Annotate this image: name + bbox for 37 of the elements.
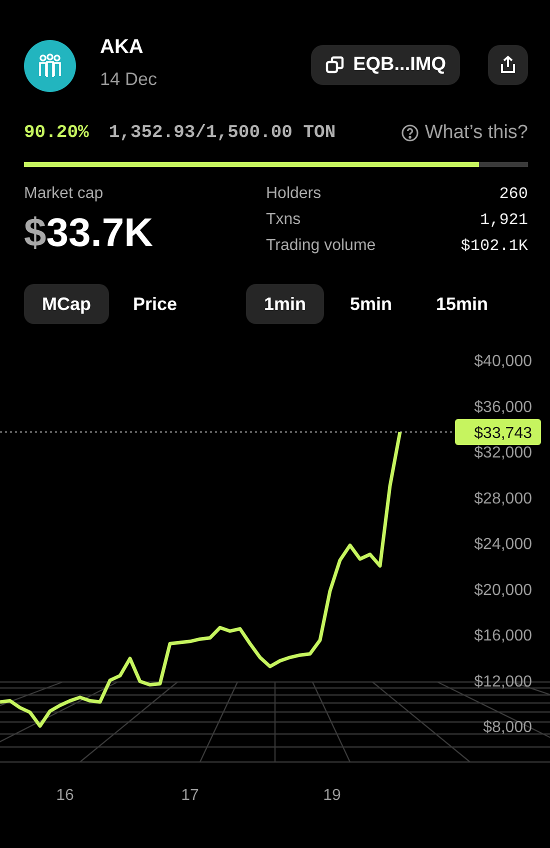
axis-label: $24,000: [474, 536, 532, 553]
progress-percent: 90.20%: [24, 123, 89, 143]
help-icon: [400, 124, 419, 142]
axis-label: $16,000: [474, 628, 532, 644]
axis-label: 17: [181, 787, 199, 804]
copy-address-button[interactable]: EQB...IMQ: [311, 45, 460, 85]
copy-icon: [325, 55, 346, 75]
chart-type-tab[interactable]: Price: [115, 284, 196, 324]
stat-label: Txns: [266, 211, 301, 229]
interval-tab[interactable]: 15min: [418, 284, 506, 324]
market-cap-value: $33.7K: [24, 211, 154, 256]
help-link[interactable]: What’s this?: [424, 122, 528, 144]
stat-value: 1,921: [480, 211, 528, 229]
share-button[interactable]: [488, 45, 528, 85]
axis-label: 19: [323, 787, 341, 804]
progress-amount: 1,352.93/1,500.00 TON: [108, 123, 337, 143]
token-name: AKA: [100, 36, 144, 59]
axis-label: $12,000: [474, 673, 532, 690]
token-date: 14 Dec: [100, 69, 158, 90]
market-cap-label: Market cap: [24, 185, 104, 203]
interval-tab[interactable]: 5min: [332, 284, 410, 324]
axis-label: $40,000: [474, 353, 532, 370]
price-tag: $33,743: [455, 419, 541, 446]
chart-type-tab[interactable]: MCap: [24, 284, 109, 324]
axis-label: $36,000: [474, 398, 532, 416]
axis-label: $20,000: [474, 582, 532, 599]
axis-label: 16: [56, 787, 74, 804]
stat-label: Holders: [266, 185, 322, 203]
axis-label: $28,000: [474, 490, 532, 508]
interval-tab[interactable]: 1min: [246, 284, 324, 324]
axis-label: $32,000: [474, 444, 532, 462]
people-icon: [36, 52, 64, 80]
share-icon: [498, 55, 518, 75]
stat-label: Trading volume: [266, 237, 376, 255]
stat-value: $102.1K: [460, 237, 528, 255]
stat-value: 260: [499, 185, 528, 203]
axis-label: $8,000: [483, 719, 532, 736]
